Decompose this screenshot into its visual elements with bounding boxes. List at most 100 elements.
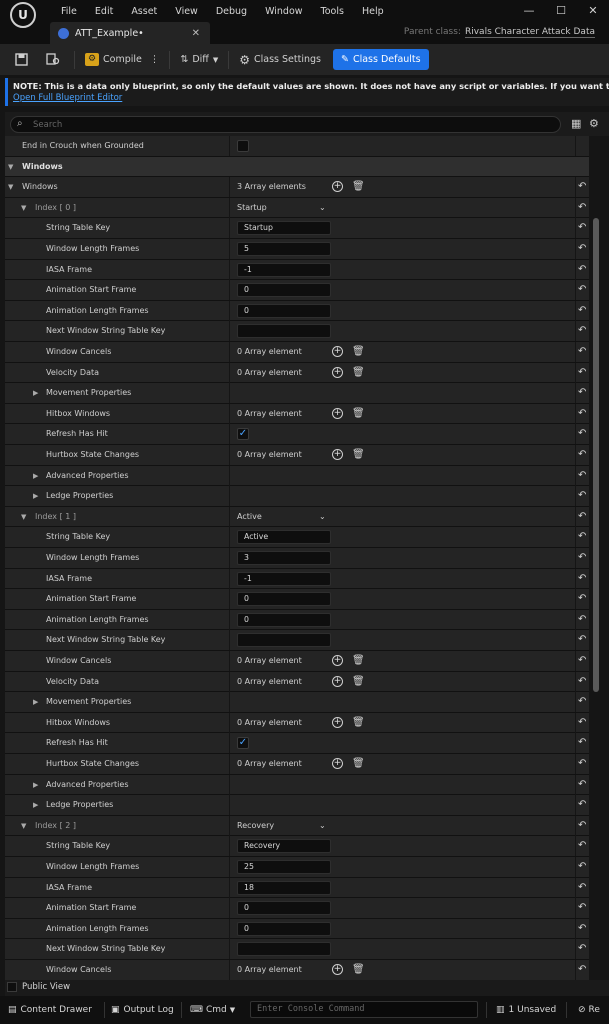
window-type-dropdown[interactable]: Recovery bbox=[237, 816, 274, 836]
property-value-input[interactable]: Recovery bbox=[237, 839, 331, 854]
property-value-input[interactable] bbox=[237, 324, 331, 339]
add-element-icon[interactable]: + bbox=[332, 407, 343, 419]
trash-icon[interactable]: 🗑 bbox=[352, 716, 365, 729]
column-divider[interactable] bbox=[229, 630, 230, 651]
add-element-icon[interactable]: + bbox=[332, 675, 343, 687]
reset-to-default-icon[interactable]: ↶ bbox=[578, 589, 586, 609]
trash-icon[interactable]: 🗑 bbox=[352, 180, 365, 193]
reset-to-default-icon[interactable]: ↶ bbox=[578, 754, 586, 774]
collapse-arrow-icon[interactable]: ▶ bbox=[33, 466, 38, 486]
column-divider[interactable] bbox=[229, 383, 230, 404]
browse-icon[interactable] bbox=[42, 49, 64, 71]
reset-to-default-icon[interactable]: ↶ bbox=[578, 177, 586, 197]
add-element-icon[interactable]: + bbox=[332, 716, 343, 728]
checkbox-checked[interactable]: ✓ bbox=[237, 428, 249, 441]
checkbox-checked[interactable]: ✓ bbox=[237, 737, 249, 750]
parent-class-link[interactable]: Rivals Character Attack Data bbox=[464, 27, 595, 38]
trash-icon[interactable]: 🗑 bbox=[352, 407, 365, 420]
tab-att-example[interactable]: ATT_Example• ✕ bbox=[50, 22, 210, 44]
table-view-icon[interactable]: ▦ bbox=[571, 117, 581, 130]
reset-to-default-icon[interactable]: ↶ bbox=[578, 424, 586, 444]
reset-to-default-icon[interactable]: ↶ bbox=[578, 301, 586, 321]
column-divider[interactable] bbox=[229, 589, 230, 610]
column-divider[interactable] bbox=[229, 300, 230, 321]
close-window-button[interactable]: ✕ bbox=[577, 0, 609, 22]
column-divider[interactable] bbox=[229, 424, 230, 445]
add-element-icon[interactable]: + bbox=[332, 181, 343, 193]
column-divider[interactable] bbox=[229, 197, 230, 218]
property-value-input[interactable]: 0 bbox=[237, 921, 331, 936]
reset-to-default-icon[interactable]: ↶ bbox=[578, 363, 586, 383]
revision-control-button[interactable]: ⊘ Re bbox=[578, 996, 600, 1024]
add-element-icon[interactable]: + bbox=[332, 964, 343, 975]
reset-to-default-icon[interactable]: ↶ bbox=[578, 939, 586, 959]
column-divider[interactable] bbox=[229, 239, 230, 259]
chevron-down-icon[interactable]: ⌄ bbox=[319, 507, 326, 527]
property-value-input[interactable]: -1 bbox=[237, 262, 331, 277]
trash-icon[interactable]: 🗑 bbox=[352, 757, 365, 770]
reset-to-default-icon[interactable]: ↶ bbox=[578, 775, 586, 795]
reset-to-default-icon[interactable]: ↶ bbox=[578, 960, 586, 980]
column-divider[interactable] bbox=[229, 321, 230, 342]
collapse-arrow-icon[interactable]: ▶ bbox=[33, 795, 38, 815]
compile-options-icon[interactable]: ⋮ bbox=[150, 54, 160, 65]
window-type-dropdown[interactable]: Startup bbox=[237, 198, 267, 218]
column-divider[interactable] bbox=[229, 136, 230, 156]
column-divider[interactable] bbox=[229, 692, 230, 713]
property-value-input[interactable]: 25 bbox=[237, 860, 331, 874]
class-defaults-button[interactable]: ✎ Class Defaults bbox=[332, 49, 429, 70]
column-divider[interactable] bbox=[229, 815, 230, 836]
content-drawer-button[interactable]: ▤ Content Drawer bbox=[8, 996, 92, 1024]
collapse-arrow-icon[interactable]: ▶ bbox=[33, 692, 38, 712]
menu-edit[interactable]: Edit bbox=[86, 6, 122, 17]
column-divider[interactable] bbox=[229, 548, 230, 568]
close-tab-icon[interactable]: ✕ bbox=[192, 28, 200, 39]
property-value-input[interactable]: 18 bbox=[237, 880, 331, 895]
reset-to-default-icon[interactable]: ↶ bbox=[578, 795, 586, 815]
add-element-icon[interactable]: + bbox=[332, 346, 343, 357]
column-divider[interactable] bbox=[229, 403, 230, 424]
reset-to-default-icon[interactable]: ↶ bbox=[578, 239, 586, 259]
column-divider[interactable] bbox=[229, 898, 230, 919]
column-divider[interactable] bbox=[229, 774, 230, 795]
chevron-down-icon[interactable]: ⌄ bbox=[319, 198, 326, 218]
reset-to-default-icon[interactable]: ↶ bbox=[578, 610, 586, 630]
reset-to-default-icon[interactable]: ↶ bbox=[578, 342, 586, 362]
property-value-input[interactable]: 5 bbox=[237, 242, 331, 256]
property-value-input[interactable] bbox=[237, 633, 331, 648]
reset-to-default-icon[interactable]: ↶ bbox=[578, 816, 586, 836]
column-divider[interactable] bbox=[229, 280, 230, 301]
column-divider[interactable] bbox=[229, 362, 230, 383]
reset-to-default-icon[interactable]: ↶ bbox=[578, 466, 586, 486]
reset-to-default-icon[interactable]: ↶ bbox=[578, 321, 586, 341]
reset-to-default-icon[interactable]: ↶ bbox=[578, 218, 586, 238]
column-divider[interactable] bbox=[229, 486, 230, 507]
reset-to-default-icon[interactable]: ↶ bbox=[578, 919, 586, 939]
column-divider[interactable] bbox=[229, 506, 230, 527]
reset-to-default-icon[interactable]: ↶ bbox=[578, 898, 586, 918]
property-value-input[interactable]: Startup bbox=[237, 221, 331, 236]
reset-to-default-icon[interactable]: ↶ bbox=[578, 672, 586, 692]
property-value-input[interactable] bbox=[237, 942, 331, 957]
column-divider[interactable] bbox=[229, 671, 230, 692]
menu-tools[interactable]: Tools bbox=[312, 6, 353, 17]
trash-icon[interactable]: 🗑 bbox=[352, 675, 365, 688]
property-value-input[interactable]: 0 bbox=[237, 901, 331, 916]
menu-view[interactable]: View bbox=[166, 6, 207, 17]
diff-button[interactable]: ⇅ Diff ▼ bbox=[174, 49, 224, 71]
column-divider[interactable] bbox=[229, 754, 230, 774]
reset-to-default-icon[interactable]: ↶ bbox=[578, 486, 586, 506]
property-value-input[interactable]: 3 bbox=[237, 551, 331, 565]
save-icon[interactable] bbox=[10, 49, 32, 71]
public-view-checkbox[interactable] bbox=[7, 982, 17, 992]
trash-icon[interactable]: 🗑 bbox=[352, 448, 365, 461]
class-settings-button[interactable]: ⚙ Class Settings bbox=[233, 49, 327, 71]
expand-arrow-icon[interactable]: ▼ bbox=[21, 816, 26, 836]
reset-to-default-icon[interactable]: ↶ bbox=[578, 857, 586, 877]
console-command-input[interactable]: Enter Console Command bbox=[250, 1001, 478, 1018]
column-divider[interactable] bbox=[229, 568, 230, 589]
reset-to-default-icon[interactable]: ↶ bbox=[578, 836, 586, 856]
expand-arrow-icon[interactable]: ▼ bbox=[8, 177, 13, 197]
property-value-input[interactable]: 0 bbox=[237, 283, 331, 298]
column-divider[interactable] bbox=[229, 259, 230, 280]
